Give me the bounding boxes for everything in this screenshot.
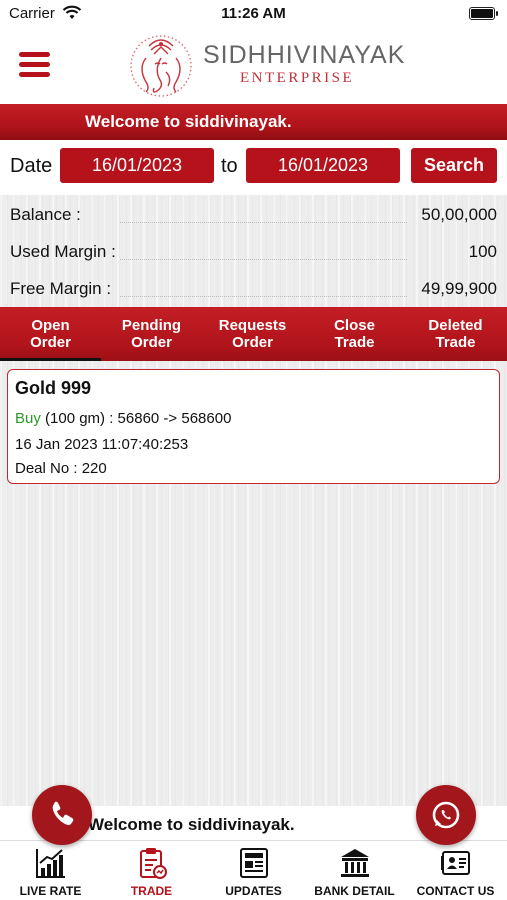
phone-icon bbox=[52, 801, 74, 825]
chart-icon bbox=[35, 849, 65, 878]
welcome-text: Welcome to siddivinayak. bbox=[85, 112, 292, 131]
to-date-field[interactable]: 16/01/2023 bbox=[246, 148, 400, 183]
nav-label: LIVE RATE bbox=[19, 884, 82, 898]
nav-live-rate[interactable]: LIVE RATE bbox=[0, 841, 101, 900]
bank-icon bbox=[340, 849, 369, 877]
tab-label: Open bbox=[31, 317, 70, 334]
tab-open-order[interactable]: Open Order bbox=[0, 317, 101, 351]
brand-subtitle: ENTERPRISE bbox=[240, 70, 355, 86]
battery-icon bbox=[469, 7, 498, 20]
dotted-divider bbox=[120, 259, 407, 260]
brand-name: SIDHHIVINAYAK bbox=[203, 41, 406, 69]
date-filter: Date 16/01/2023 to 16/01/2023 Search bbox=[0, 140, 507, 195]
balance-label: Balance : bbox=[10, 205, 81, 224]
tab-label: Order bbox=[131, 334, 172, 351]
to-label: to bbox=[221, 155, 238, 177]
order-summary: Buy (100 gm) : 56860 -> 568600 bbox=[15, 410, 231, 427]
newspaper-icon bbox=[239, 848, 268, 878]
date-label: Date bbox=[10, 155, 53, 177]
tab-close-trade[interactable]: Close Trade bbox=[304, 317, 405, 351]
ganesha-logo-icon bbox=[124, 28, 198, 100]
balance-value: 50,00,000 bbox=[421, 205, 497, 224]
order-card[interactable]: Gold 999 Buy (100 gm) : 56860 -> 568600 … bbox=[7, 369, 500, 484]
free-margin-label: Free Margin : bbox=[10, 279, 112, 298]
tab-label: Pending bbox=[121, 317, 182, 334]
free-margin-value: 49,99,900 bbox=[421, 279, 497, 298]
app-header: SIDHHIVINAYAK ENTERPRISE bbox=[0, 28, 507, 104]
nav-trade[interactable]: TRADE bbox=[101, 841, 202, 900]
clipboard-icon bbox=[139, 848, 167, 879]
tab-requests-order[interactable]: Requests Order bbox=[202, 317, 303, 351]
used-margin-row: Used Margin : 100 bbox=[0, 232, 507, 268]
whatsapp-button[interactable] bbox=[416, 785, 476, 845]
balance-summary: Balance : 50,00,000 Used Margin : 100 Fr… bbox=[0, 195, 507, 307]
status-bar: Carrier 11:26 AM bbox=[0, 0, 507, 28]
nav-updates[interactable]: UPDATES bbox=[203, 841, 304, 900]
tab-label: Trade bbox=[334, 334, 375, 351]
used-margin-label: Used Margin : bbox=[10, 242, 116, 261]
dotted-divider bbox=[120, 222, 407, 223]
active-tab-indicator bbox=[0, 358, 101, 361]
tab-label: Close bbox=[334, 317, 375, 334]
balance-row: Balance : 50,00,000 bbox=[0, 195, 507, 231]
order-datetime: 16 Jan 2023 11:07:40:253 bbox=[15, 436, 189, 453]
order-title: Gold 999 bbox=[15, 378, 92, 398]
hamburger-menu-icon[interactable] bbox=[19, 52, 50, 78]
tab-label: Trade bbox=[435, 334, 476, 351]
nav-bank-detail[interactable]: BANK DETAIL bbox=[304, 841, 405, 900]
tab-label: Deleted bbox=[428, 317, 483, 334]
nav-label: CONTACT US bbox=[416, 884, 495, 898]
search-button[interactable]: Search bbox=[411, 148, 497, 183]
phone-call-button[interactable] bbox=[32, 785, 92, 845]
order-side: Buy bbox=[15, 410, 41, 427]
dotted-divider bbox=[120, 296, 407, 297]
nav-label: TRADE bbox=[130, 884, 173, 898]
tab-label: Order bbox=[30, 334, 71, 351]
tab-label: Order bbox=[232, 334, 273, 351]
tab-pending-order[interactable]: Pending Order bbox=[101, 317, 202, 351]
order-deal-number: Deal No : 220 bbox=[15, 460, 107, 477]
bottom-navigation: LIVE RATE TRADE UPDATES BANK DETAIL CONT… bbox=[0, 840, 507, 900]
order-tabs: Open Order Pending Order Requests Order … bbox=[0, 307, 507, 361]
nav-label: UPDATES bbox=[225, 884, 282, 898]
nav-label: BANK DETAIL bbox=[314, 884, 395, 898]
nav-contact-us[interactable]: CONTACT US bbox=[405, 841, 506, 900]
bottom-welcome-text: Welcome to siddivinayak. bbox=[88, 815, 295, 834]
welcome-banner: Welcome to siddivinayak. bbox=[0, 104, 507, 140]
contact-card-icon bbox=[440, 851, 470, 875]
whatsapp-icon bbox=[432, 801, 460, 829]
tab-label: Requests bbox=[218, 317, 287, 334]
from-date-field[interactable]: 16/01/2023 bbox=[60, 148, 214, 183]
order-detail: (100 gm) : 56860 -> 568600 bbox=[40, 410, 232, 427]
status-time: 11:26 AM bbox=[221, 5, 286, 22]
tab-deleted-trade[interactable]: Deleted Trade bbox=[405, 317, 506, 351]
free-margin-row: Free Margin : 49,99,900 bbox=[0, 269, 507, 305]
used-margin-value: 100 bbox=[468, 242, 497, 261]
